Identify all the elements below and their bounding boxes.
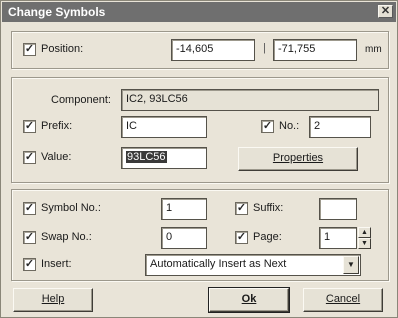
value-value: 93LC56 xyxy=(126,151,167,163)
page-spinner[interactable]: ▲ ▼ xyxy=(358,227,371,249)
cancel-button[interactable]: Cancel xyxy=(303,288,383,312)
number-label: No.: xyxy=(279,120,300,132)
properties-button[interactable]: Properties xyxy=(238,147,358,171)
page-field[interactable]: 1 xyxy=(319,227,357,249)
prefix-value: IC xyxy=(126,120,137,132)
page-label: Page: xyxy=(253,231,282,243)
insert-value: Automatically Insert as Next xyxy=(150,258,287,270)
symbol-no-checkbox[interactable]: ✓ xyxy=(23,202,36,215)
swap-no-checkbox[interactable]: ✓ xyxy=(23,231,36,244)
insert-dropdown[interactable]: Automatically Insert as Next xyxy=(145,254,361,276)
suffix-field[interactable] xyxy=(319,198,357,220)
prefix-checkbox[interactable]: ✓ xyxy=(23,120,36,133)
close-button[interactable]: ✕ xyxy=(378,5,393,18)
value-checkbox[interactable]: ✓ xyxy=(23,151,36,164)
properties-button-label: Properties xyxy=(272,152,324,164)
suffix-checkbox[interactable]: ✓ xyxy=(235,202,248,215)
cancel-button-label: Cancel xyxy=(325,293,361,305)
swap-no-value: 0 xyxy=(166,231,173,243)
position-x-field[interactable]: -14,605 xyxy=(171,39,255,61)
prefix-field[interactable]: IC xyxy=(121,116,207,138)
window-title: Change Symbols xyxy=(8,5,106,19)
component-label: Component: xyxy=(51,94,111,106)
position-label: Position: xyxy=(41,43,84,55)
number-field[interactable]: 2 xyxy=(309,116,371,138)
insert-checkbox[interactable]: ✓ xyxy=(23,258,36,271)
component-value: IC2, 93LC56 xyxy=(126,93,188,105)
value-field[interactable]: 93LC56 xyxy=(121,147,207,169)
position-y-field[interactable]: -71,755 xyxy=(273,39,357,61)
value-label: Value: xyxy=(41,151,72,163)
dropdown-arrow-icon[interactable]: ▼ xyxy=(343,256,359,274)
symbol-no-field[interactable]: 1 xyxy=(161,198,207,220)
position-separator: | xyxy=(263,42,266,54)
suffix-label: Suffix: xyxy=(253,202,284,214)
ok-button[interactable]: Ok xyxy=(208,287,290,313)
position-checkbox[interactable]: ✓ xyxy=(23,43,36,56)
title-bar[interactable]: Change Symbols ✕ xyxy=(2,2,396,22)
symbol-no-value: 1 xyxy=(166,202,173,214)
spin-up-icon[interactable]: ▲ xyxy=(358,227,371,238)
prefix-label: Prefix: xyxy=(41,120,73,132)
symbol-no-label: Symbol No.: xyxy=(41,202,101,214)
position-y-value: -71,755 xyxy=(278,43,316,55)
help-button-label: Help xyxy=(41,293,65,305)
help-button[interactable]: Help xyxy=(13,288,93,312)
component-field: IC2, 93LC56 xyxy=(121,89,379,111)
spin-down-icon[interactable]: ▼ xyxy=(358,238,371,249)
ok-button-label: Ok xyxy=(241,293,257,305)
change-symbols-dialog: Change Symbols ✕ ✓ Position: -14,605 | -… xyxy=(0,0,398,318)
insert-label: Insert: xyxy=(41,258,72,270)
position-unit: mm xyxy=(365,44,382,55)
number-checkbox[interactable]: ✓ xyxy=(261,120,274,133)
page-checkbox[interactable]: ✓ xyxy=(235,231,248,244)
page-value: 1 xyxy=(324,231,331,243)
position-x-value: -14,605 xyxy=(176,43,214,55)
swap-no-label: Swap No.: xyxy=(41,231,92,243)
number-value: 2 xyxy=(314,120,321,132)
swap-no-field[interactable]: 0 xyxy=(161,227,207,249)
